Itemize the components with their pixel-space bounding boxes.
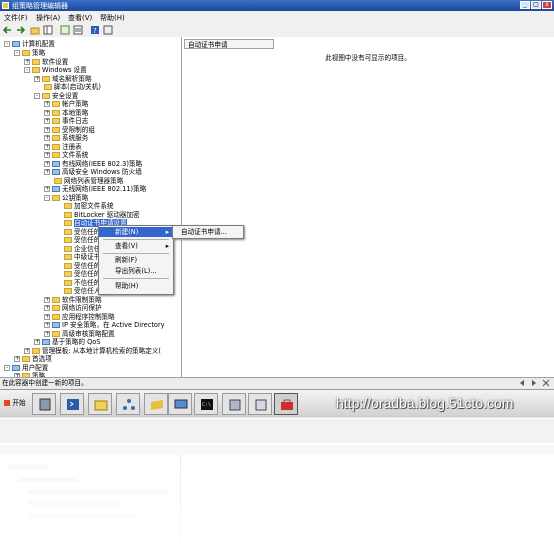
menu-item-refresh[interactable]: 刷新(F) — [99, 255, 173, 265]
toolbox-icon — [281, 399, 293, 410]
tree-node-system-services[interactable]: + 系统服务 — [44, 134, 88, 143]
tree-node-trusted-2[interactable]: 受信任的 — [64, 236, 100, 245]
taskbar-network[interactable] — [116, 393, 140, 415]
context-menu: 新建(N) ▸ 查看(V) ▸ 刷新(F) 导出列表(L)... 帮助(H) — [98, 225, 174, 295]
tree-node-ipsec[interactable]: + IP 安全策略，在 Active Directory — [44, 321, 165, 330]
tree-node-trusted-4[interactable]: 受信任的 — [64, 270, 100, 279]
empty-view-message: 此视图中没有可显示的项目。 — [325, 54, 411, 62]
cmd-icon: C:\ — [201, 399, 213, 410]
taskbar-cmd[interactable]: C:\ — [194, 393, 218, 415]
close-pane-icon[interactable] — [542, 379, 550, 387]
menu-item-help[interactable]: 帮助(H) — [99, 281, 173, 291]
taskbar-server-manager[interactable] — [32, 393, 56, 415]
status-text: 在此容器中创建一新的项目。 — [2, 379, 88, 387]
gpo-editor-icon — [255, 399, 267, 411]
up-folder-icon[interactable] — [30, 25, 40, 35]
gpmc-icon — [229, 399, 241, 411]
back-icon[interactable] — [3, 25, 13, 35]
reflection-fade — [0, 417, 554, 553]
menu-item-view[interactable]: 查看(V) ▸ — [99, 241, 173, 251]
submenu-arrow-icon: ▸ — [165, 242, 169, 250]
tree-node-nap[interactable]: + 网络访问保护 — [44, 304, 102, 313]
taskbar-toolbox[interactable] — [274, 393, 298, 415]
tree-node-trusted-people[interactable]: 受信任人 — [64, 287, 100, 296]
powershell-icon — [67, 399, 79, 410]
column-header-name[interactable]: 自动证书申请 — [184, 39, 274, 49]
taskbar-folder[interactable] — [144, 393, 168, 415]
refresh-icon[interactable] — [60, 25, 70, 35]
tree-node-qos[interactable]: + 基于策略的 QoS — [34, 338, 100, 347]
console-tree: - 计算机配置 - 策略 + 软件设置 - Windows 设置 + 域名解析策略 脚本(… — [0, 37, 182, 377]
menu-help[interactable]: 帮助(H) — [100, 13, 125, 23]
menu-item-export-list[interactable]: 导出列表(L)... — [99, 266, 173, 276]
menu-separator — [103, 239, 169, 240]
scroll-left-icon[interactable] — [518, 379, 526, 387]
tree-node-intermediate-ca[interactable]: 中级证书 — [64, 253, 100, 262]
folder-icon — [151, 400, 163, 410]
tree-node-efs[interactable]: 加密文件系统 — [64, 202, 114, 211]
tree-node-event-log[interactable]: + 事件日志 — [44, 117, 88, 126]
start-icon — [4, 400, 11, 406]
tree-node-computer-config[interactable]: - 计算机配置 — [4, 40, 55, 49]
status-bar: 在此容器中创建一新的项目。 — [0, 377, 554, 389]
forward-icon[interactable] — [15, 25, 25, 35]
menu-item-auto-cert-request[interactable]: 自动证书申请... — [173, 227, 243, 237]
menu-file[interactable]: 文件(F) — [4, 13, 28, 23]
tree-node-computer-preferences[interactable]: + 首选项 — [14, 355, 52, 364]
svg-text:?: ? — [93, 27, 97, 35]
tree-node-file-system[interactable]: + 文件系统 — [44, 151, 88, 160]
tree-node-scripts[interactable]: 脚本(启动/关机) — [44, 83, 101, 92]
help-icon[interactable]: ? — [90, 25, 100, 35]
menu-separator — [103, 278, 169, 279]
maximize-icon[interactable]: □ — [531, 1, 541, 9]
taskbar-gpmc[interactable] — [222, 393, 246, 415]
start-button[interactable]: 开始 — [2, 395, 28, 411]
export-list-icon[interactable] — [73, 25, 83, 35]
scroll-right-icon[interactable] — [530, 379, 538, 387]
toolbar: ? — [0, 23, 554, 38]
taskbar-powershell[interactable] — [60, 393, 84, 415]
show-tree-icon[interactable] — [43, 25, 53, 35]
tree-node-policies[interactable]: - 策略 — [14, 49, 45, 58]
explorer-icon — [94, 400, 108, 411]
rdp-icon — [174, 399, 188, 409]
server-manager-icon — [39, 398, 51, 411]
menu-separator — [103, 253, 169, 254]
watermark-url: http://oradba.blog.51cto.com — [336, 395, 514, 411]
minimize-icon[interactable]: _ — [520, 1, 530, 9]
svg-text:C:\: C:\ — [202, 402, 211, 408]
title-bar: 组策略管理编辑器 _ □ x — [0, 0, 554, 11]
tree-node-account-policies[interactable]: + 帐户策略 — [44, 100, 88, 109]
network-icon — [123, 399, 135, 410]
tree-node-firewall[interactable]: + 高级安全 Windows 防火墙 — [44, 168, 142, 177]
gpo-app-icon — [2, 2, 9, 9]
tree-node-windows-settings[interactable]: - Windows 设置 — [24, 66, 87, 75]
taskbar-rdp[interactable] — [168, 393, 192, 415]
submenu-arrow-icon: ▸ — [165, 228, 169, 236]
properties-icon[interactable] — [103, 25, 113, 35]
window-title: 组策略管理编辑器 — [12, 2, 68, 10]
tree-node-wireless-network[interactable]: + 无线网络(IEEE 802.11)策略 — [44, 185, 146, 194]
new-submenu: 自动证书申请... — [172, 225, 244, 239]
menu-view[interactable]: 查看(V) — [68, 13, 92, 23]
details-pane: 自动证书申请 此视图中没有可显示的项目。 — [182, 37, 554, 377]
menu-item-new[interactable]: 新建(N) ▸ — [99, 227, 173, 237]
close-icon[interactable]: x — [542, 1, 552, 9]
taskbar-gpo-editor[interactable] — [248, 393, 272, 415]
taskbar-explorer[interactable] — [88, 393, 112, 415]
menu-action[interactable]: 操作(A) — [36, 13, 60, 23]
